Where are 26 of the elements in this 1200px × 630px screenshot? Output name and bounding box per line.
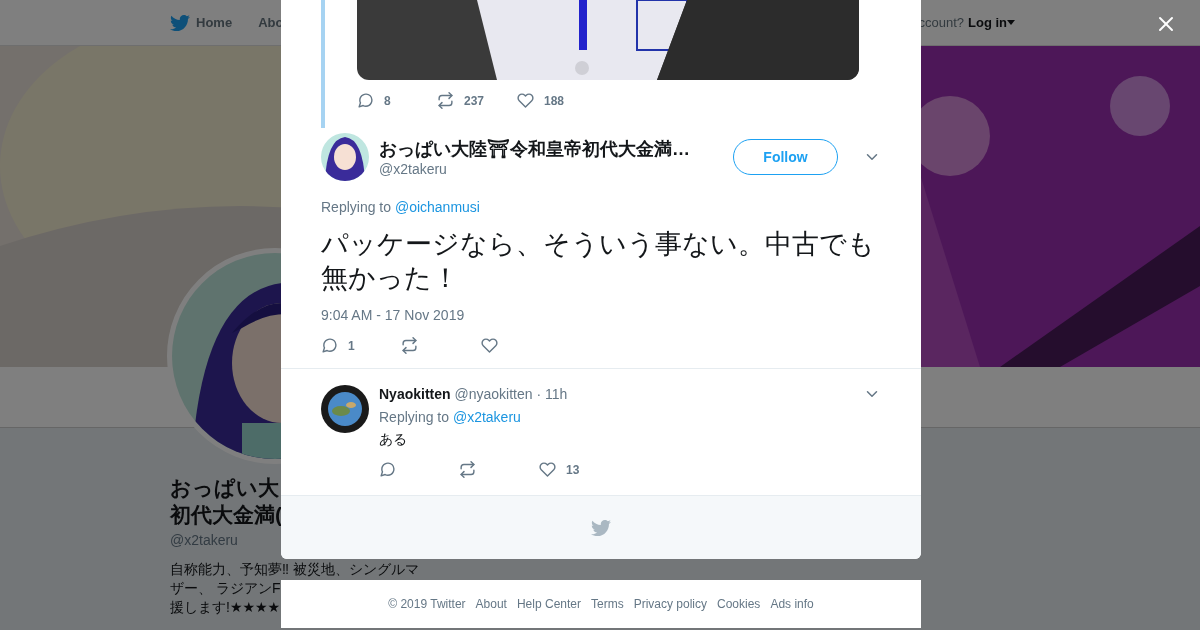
bio-line: 援します!★★★★ — [170, 598, 281, 617]
profile-name: 初代大金満( — [170, 502, 282, 528]
bio-line: ザー、 ラジアンF — [170, 579, 281, 598]
profile-handle: @x2takeru — [170, 532, 238, 548]
retweet-icon — [459, 461, 476, 478]
login-link[interactable]: Log in — [968, 15, 1015, 30]
reply-author: Nyaokitten @nyaokitten · 11h — [379, 386, 568, 402]
bird-icon — [591, 517, 611, 538]
caret-icon — [1007, 20, 1015, 25]
footer-link[interactable]: © 2019 Twitter — [388, 597, 466, 611]
bird-icon — [170, 12, 190, 33]
nav-link[interactable]: Home — [170, 12, 233, 33]
footer-link[interactable]: Terms — [591, 597, 624, 611]
tweet-text: ある — [379, 431, 408, 449]
footer-link[interactable]: Ads info — [770, 597, 814, 611]
speech-bubble-icon — [379, 461, 396, 478]
bio-line: 自称能力、予知夢‼ 被災地、シングルマ — [170, 560, 419, 579]
footer-link[interactable]: Privacy policy — [633, 597, 707, 611]
heart-icon — [539, 461, 556, 478]
footer-link[interactable]: Help Center — [516, 597, 581, 611]
mention-link[interactable]: @x2takeru — [452, 409, 521, 425]
replying-to: Replying to @x2takeru — [379, 409, 522, 425]
footer-link[interactable]: About — [475, 597, 507, 611]
profile-name: おっぱい大 — [170, 475, 279, 501]
footer-link[interactable]: Cookies — [717, 597, 761, 611]
like-button[interactable]: 13 — [539, 461, 619, 478]
